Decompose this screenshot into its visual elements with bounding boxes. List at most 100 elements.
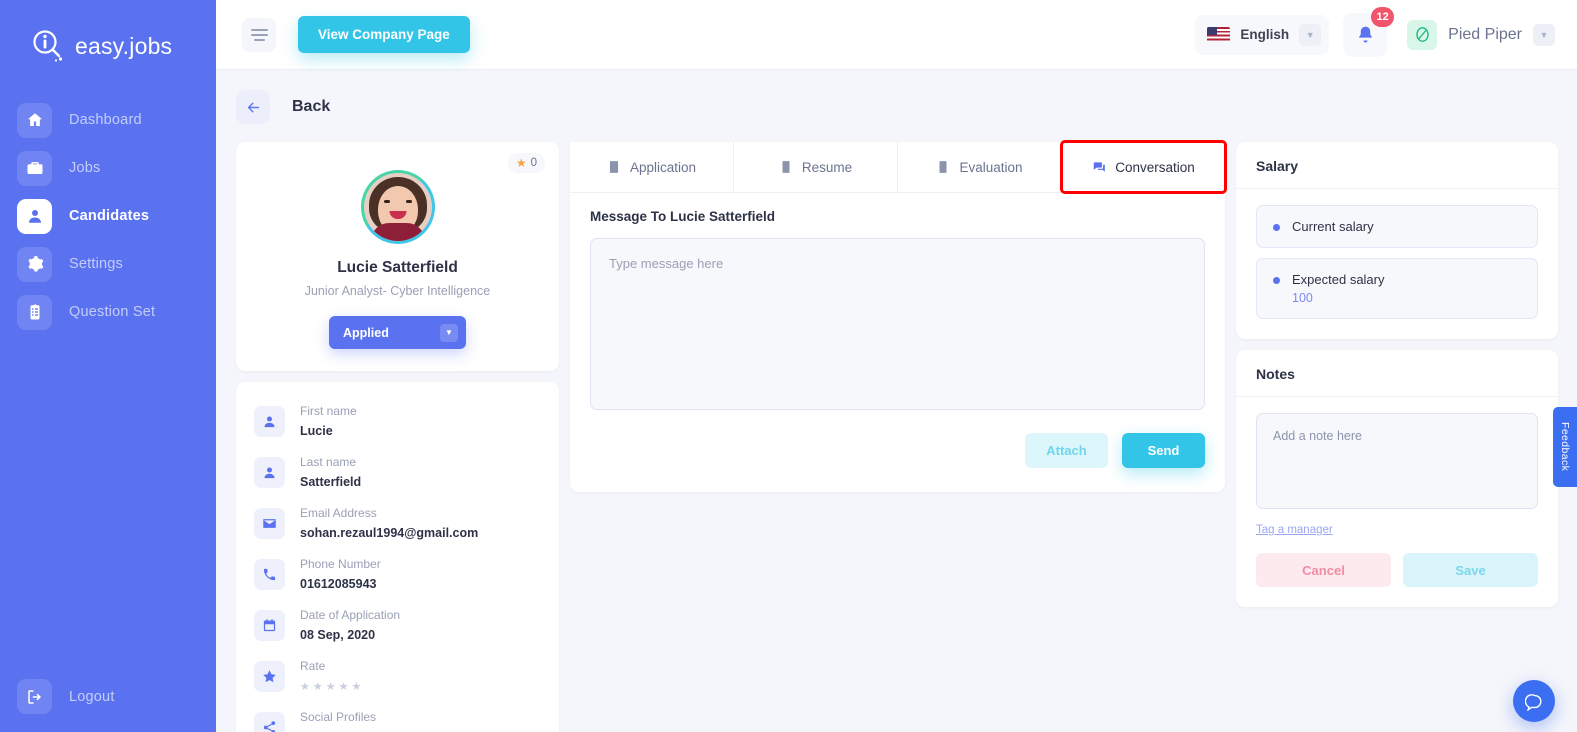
tag-a-manager-link[interactable]: Tag a manager: [1256, 524, 1333, 536]
magnifier-i-logo-icon: [30, 28, 66, 64]
sidebar-item-label: Candidates: [69, 208, 150, 224]
star-icon: ★: [515, 156, 527, 170]
salary-label: Current salary: [1292, 219, 1374, 234]
view-company-page-button[interactable]: View Company Page: [298, 16, 470, 53]
candidate-column: ★ 0 Lucie Satterfield Junior Analyst- Cy…: [236, 142, 559, 732]
detail-value: 08 Sep, 2020: [300, 628, 376, 642]
salary-value: 100: [1292, 291, 1313, 305]
detail-label: Date of Application: [300, 608, 401, 622]
chat-launcher-button[interactable]: [1513, 680, 1555, 722]
current-salary-item[interactable]: Current salary: [1256, 205, 1538, 248]
sidebar-item-label: Settings: [69, 256, 123, 272]
page-content: Back ★ 0 Lucie Satterfield Junior Analys…: [216, 70, 1577, 732]
language-selector[interactable]: English ▼: [1195, 14, 1330, 55]
notes-panel: Notes Tag a manager Cancel Save: [1236, 350, 1558, 607]
candidate-status-dropdown[interactable]: Applied ▼: [329, 316, 466, 349]
user-icon: [17, 198, 52, 234]
briefcase-icon: [17, 150, 52, 186]
candidate-profile-card: ★ 0 Lucie Satterfield Junior Analyst- Cy…: [236, 142, 559, 371]
rating-value: 0: [530, 157, 537, 169]
sidebar-item-label: Dashboard: [69, 112, 142, 128]
conversation-column: Application Resume Evaluation Conversati…: [570, 140, 1227, 492]
detail-label: Email Address: [300, 506, 377, 520]
candidate-name: Lucie Satterfield: [337, 259, 458, 276]
envelope-icon: [254, 508, 285, 539]
detail-value: Lucie: [300, 424, 333, 438]
message-input-wrap: [570, 224, 1225, 415]
sidebar-item-jobs[interactable]: Jobs: [0, 144, 216, 192]
detail-label: Rate: [300, 659, 326, 673]
sidebar-item-logout[interactable]: Logout: [0, 679, 216, 714]
feedback-label: Feedback: [1559, 422, 1571, 472]
candidate-rating-badge: ★ 0: [507, 153, 545, 173]
topbar: View Company Page English ▼ 12 Pied Pipe…: [216, 0, 1577, 70]
tab-evaluation[interactable]: Evaluation: [898, 142, 1062, 192]
avatar: [360, 170, 435, 244]
cancel-button[interactable]: Cancel: [1256, 553, 1391, 587]
message-actions: Attach Send: [570, 415, 1225, 492]
tab-resume[interactable]: Resume: [734, 142, 898, 192]
sidebar-item-dashboard[interactable]: Dashboard: [0, 96, 216, 144]
sidebar-item-settings[interactable]: Settings: [0, 240, 216, 288]
notes-body: Tag a manager Cancel Save: [1236, 397, 1558, 607]
chevron-down-icon: ▼: [440, 323, 458, 342]
attach-button[interactable]: Attach: [1025, 433, 1108, 468]
detail-row: First name Lucie: [254, 396, 541, 447]
user-icon: [254, 406, 285, 437]
evaluation-icon: [939, 161, 947, 173]
tab-label: Application: [629, 159, 697, 175]
pied-piper-logo-icon: [1407, 19, 1438, 50]
tab-bar: Application Resume Evaluation Conversati…: [570, 140, 1227, 194]
app-root: easy.jobs Dashboard Jobs Candidates Sett…: [0, 0, 1577, 732]
detail-row: Phone Number 01612085943: [254, 549, 541, 600]
expected-salary-item[interactable]: Expected salary 100: [1256, 258, 1538, 319]
conversation-icon: [1093, 162, 1106, 172]
side-panels-column: Salary Current salary Expected salary 10…: [1236, 142, 1558, 607]
chevron-down-icon: ▼: [1533, 23, 1555, 46]
bullet-dot-icon: [1273, 277, 1280, 284]
tab-conversation[interactable]: Conversation: [1060, 140, 1227, 194]
detail-label: First name: [300, 404, 357, 418]
note-input[interactable]: [1256, 413, 1538, 509]
detail-row: Social Profiles: [254, 702, 541, 732]
detail-row: Rate ★★★★★: [254, 651, 541, 702]
company-menu[interactable]: Pied Piper ▼: [1401, 19, 1555, 50]
logout-icon: [17, 679, 52, 714]
us-flag-icon: [1207, 27, 1231, 42]
message-heading: Message To Lucie Satterfield: [590, 209, 776, 224]
notifications[interactable]: 12: [1343, 6, 1395, 57]
chevron-down-icon: ▼: [1299, 23, 1322, 46]
share-icon: [254, 712, 285, 732]
sidebar-item-question-set[interactable]: Question Set: [0, 288, 216, 336]
sidebar-item-candidates[interactable]: Candidates: [0, 192, 216, 240]
send-button[interactable]: Send: [1122, 433, 1205, 468]
status-label: Applied: [343, 325, 389, 340]
hamburger-icon[interactable]: [242, 17, 276, 52]
brand-logo[interactable]: easy.jobs: [0, 0, 216, 70]
detail-value: Satterfield: [300, 475, 362, 489]
detail-row: Last name Satterfield: [254, 447, 541, 498]
sidebar-item-label: Jobs: [69, 160, 101, 176]
note-actions: Cancel Save: [1256, 553, 1538, 587]
page-title: Back: [292, 98, 331, 115]
gear-icon: [17, 246, 52, 282]
feedback-tab[interactable]: Feedback: [1553, 407, 1577, 487]
salary-label: Expected salary: [1292, 272, 1385, 287]
arrow-left-icon: [247, 102, 259, 112]
notes-heading: Notes: [1236, 350, 1558, 397]
tab-card: Application Resume Evaluation Conversati…: [570, 140, 1227, 492]
detail-label: Social Profiles: [300, 710, 377, 724]
breadcrumb: Back: [216, 70, 1577, 142]
salary-panel: Salary Current salary Expected salary 10…: [1236, 142, 1558, 339]
message-input[interactable]: [590, 238, 1205, 410]
salary-heading: Salary: [1236, 142, 1558, 189]
company-name: Pied Piper: [1448, 25, 1522, 43]
rate-stars[interactable]: ★★★★★: [300, 680, 364, 693]
sidebar-item-label: Logout: [69, 688, 115, 705]
sidebar: easy.jobs Dashboard Jobs Candidates Sett…: [0, 0, 216, 732]
save-button[interactable]: Save: [1403, 553, 1538, 587]
detail-row: Email Address sohan.rezaul1994@gmail.com: [254, 498, 541, 549]
tab-application[interactable]: Application: [570, 142, 734, 192]
sidebar-item-label: Question Set: [69, 304, 156, 320]
back-button[interactable]: [236, 90, 270, 124]
